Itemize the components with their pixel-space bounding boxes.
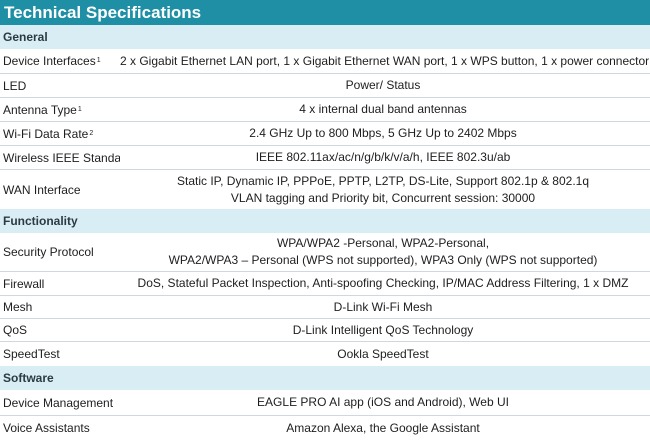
spec-value-line: WPA/WPA2 -Personal, WPA2-Personal, xyxy=(276,236,490,250)
spec-value-line: D-Link Intelligent QoS Technology xyxy=(292,322,474,337)
spec-value-line: Power/ Status xyxy=(345,78,421,92)
spec-value-line: Amazon Alexa, the Google Assistant xyxy=(286,420,480,435)
spec-value-line: IEEE 802.11ax/ac/n/g/b/k/v/a/h, IEEE 802… xyxy=(255,150,511,164)
spec-value-line: VLAN tagging and Priority bit, Concurren… xyxy=(230,190,536,205)
spec-value-line: 2.4 GHz Up to 800 Mbps, 5 GHz Up to 2402… xyxy=(249,126,517,140)
spec-row: Voice Assistants Amazon Alexa, the Google… xyxy=(0,416,650,440)
spec-row: WAN Interface Static IP, Dynamic IP, PPPo… xyxy=(0,170,650,209)
spec-label: Mesh xyxy=(3,300,33,314)
spec-value-line: Ookla SpeedTest xyxy=(337,346,429,361)
spec-sheet: Technical Specifications General Device I… xyxy=(0,0,650,440)
spec-row: QoS D-Link Intelligent QoS Technology xyxy=(0,319,650,342)
spec-row: SpeedTest Ookla SpeedTest xyxy=(0,342,650,366)
spec-value: D-Link Intelligent QoS Technology xyxy=(120,319,650,341)
spec-label: Wireless IEEE Standard xyxy=(3,150,120,165)
section-header-software: Software xyxy=(0,366,650,390)
spec-value: DoS, Stateful Packet Inspection, Anti-sp… xyxy=(120,272,650,295)
spec-label: Antenna Type 1 xyxy=(3,102,82,117)
spec-value: Ookla SpeedTest xyxy=(120,342,650,366)
spec-value: IEEE 802.11ax/ac/n/g/b/k/v/a/h, IEEE 802… xyxy=(120,146,650,169)
spec-label: Firewall xyxy=(3,276,45,291)
page-title: Technical Specifications xyxy=(0,0,650,25)
spec-value-line: 2 x Gigabit Ethernet LAN port, 1 x Gigab… xyxy=(120,53,650,68)
spec-value: Amazon Alexa, the Google Assistant xyxy=(120,416,650,440)
spec-value-line: Static IP, Dynamic IP, PPPoE, PPTP, L2TP… xyxy=(176,173,590,188)
spec-value: Static IP, Dynamic IP, PPPoE, PPTP, L2TP… xyxy=(120,170,650,209)
spec-value: 2.4 GHz Up to 800 Mbps, 5 GHz Up to 2402… xyxy=(120,122,650,145)
spec-value-line: 4 x internal dual band antennas xyxy=(299,102,467,116)
section-header-functionality: Functionality xyxy=(0,209,650,233)
spec-label: Wi-Fi Data Rate 2 xyxy=(3,126,94,141)
spec-value: WPA/WPA2 -Personal, WPA2-Personal, WPA2/W… xyxy=(120,233,650,271)
spec-table: General Device Interfaces 1 2 x Gigabit Eth… xyxy=(0,25,650,440)
spec-row: Antenna Type 1 4 x internal dual band ante… xyxy=(0,98,650,122)
spec-label: QoS xyxy=(3,323,28,337)
spec-value-line: DoS, Stateful Packet Inspection, Anti-sp… xyxy=(137,276,629,290)
spec-row: Wireless IEEE Standard IEEE 802.11ax/ac/n… xyxy=(0,146,650,170)
spec-value-line: D-Link Wi-Fi Mesh xyxy=(333,299,433,314)
spec-row: Wi-Fi Data Rate 2 2.4 GHz Up to 800 Mbps, … xyxy=(0,122,650,146)
spec-value: Power/ Status xyxy=(120,74,650,97)
spec-row: Mesh D-Link Wi-Fi Mesh xyxy=(0,296,650,319)
spec-value-line: EAGLE PRO AI app (iOS and Android), Web … xyxy=(257,395,509,409)
spec-label: LED xyxy=(3,78,27,93)
spec-row: Security Protocol WPA/WPA2 -Personal, WPA… xyxy=(0,233,650,272)
spec-value: EAGLE PRO AI app (iOS and Android), Web … xyxy=(120,390,650,415)
spec-label: Device Management xyxy=(3,395,114,410)
spec-label: Security Protocol xyxy=(3,245,94,259)
spec-row: LED Power/ Status xyxy=(0,74,650,98)
spec-label: WAN Interface xyxy=(3,182,81,197)
spec-row: Device Interfaces 1 2 x Gigabit Ethernet L… xyxy=(0,49,650,74)
spec-row: Device Management EAGLE PRO AI app (iOS a… xyxy=(0,390,650,416)
spec-label: SpeedTest xyxy=(3,347,60,361)
spec-label: Device Interfaces 1 xyxy=(3,54,101,68)
spec-value: 4 x internal dual band antennas xyxy=(120,98,650,121)
spec-label: Voice Assistants xyxy=(3,421,90,435)
spec-value-line: WPA2/WPA3 – Personal (WPS not supported)… xyxy=(168,253,598,267)
spec-value: D-Link Wi-Fi Mesh xyxy=(120,296,650,318)
spec-row: Firewall DoS, Stateful Packet Inspection,… xyxy=(0,272,650,296)
spec-value: 2 x Gigabit Ethernet LAN port, 1 x Gigab… xyxy=(120,49,650,73)
section-header-general: General xyxy=(0,25,650,49)
